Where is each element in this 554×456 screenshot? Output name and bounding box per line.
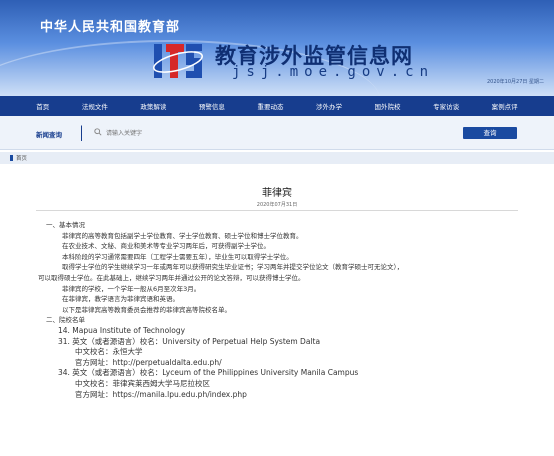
article-body: 一、基本情况 菲律宾的高等教育包括副学士学位教育、学士学位教育、硕士学位和博士学… xyxy=(38,220,520,400)
list-item: 31. 英文（或者源语言）校名：University of Perpetual … xyxy=(58,336,321,346)
paragraph: 在菲律宾，教学语言为菲律宾语和英语。 xyxy=(62,295,179,304)
paragraph: 取得学士学位的学生继续学习一年或两年可以获得研究生毕业证书；学习两年并提交学位论… xyxy=(62,263,404,272)
site-url: jsj.moe.gov.cn xyxy=(232,64,435,80)
title-divider xyxy=(36,210,518,211)
nav-item-home[interactable]: 首页 xyxy=(36,101,49,111)
nav-item-foreign-schools[interactable]: 涉外办学 xyxy=(316,101,342,111)
article-date: 2020年07月31日 xyxy=(256,202,298,208)
search-icon xyxy=(94,128,102,136)
list-item-detail: 中文校名：永恒大学 xyxy=(75,347,143,357)
site-logo[interactable] xyxy=(152,38,204,84)
paragraph: 可以取得硕士学位。在此基础上，继续学习两年并通过公开的论文答辩，可以获得博士学位… xyxy=(38,273,305,282)
nav-item-policy[interactable]: 政策解读 xyxy=(140,101,166,111)
university-list: 14. Mapua Institute of Technology 31. 英文… xyxy=(38,326,520,400)
paragraph: 菲律宾的学校，一个学年一般从6月至次年3月。 xyxy=(62,284,201,293)
list-item-detail[interactable]: 官方网址：http://perpetualdalta.edu.ph/ xyxy=(38,358,520,369)
nav-item-overseas-institutions[interactable]: 国外院校 xyxy=(375,101,401,111)
breadcrumb-marker xyxy=(10,155,13,161)
search-button[interactable]: 查询 xyxy=(463,127,517,139)
nav-item-warnings[interactable]: 预警信息 xyxy=(199,101,225,111)
paragraph: 以下是菲律宾高等教育委员会推荐的菲律宾高等院校名单。 xyxy=(62,305,231,314)
nav-item-news[interactable]: 重要动态 xyxy=(257,101,283,111)
list-item-detail: 中文校名：菲律宾莱西姆大学马尼拉校区 xyxy=(75,378,210,388)
paragraph: 菲律宾的高等教育包括副学士学位教育、学士学位教育、硕士学位和博士学位教育。 xyxy=(62,231,303,240)
list-item: 14. Mapua Institute of Technology xyxy=(58,325,186,335)
breadcrumb: 首页 xyxy=(0,152,554,164)
nav-item-interviews[interactable]: 专家访谈 xyxy=(433,101,459,111)
current-date: 2020年10月27日 星期二 xyxy=(486,79,544,85)
search-input[interactable] xyxy=(106,127,456,139)
site-header: 中华人民共和国教育部 教育涉外监管信息网 jsj.moe.gov.cn 2020… xyxy=(0,0,554,96)
search-divider xyxy=(76,125,82,141)
nav-item-cases[interactable]: 案例点评 xyxy=(492,101,518,111)
paragraph: 本科阶段的学习通常需要四年（工程学士需要五年），毕业生可以取得学士学位。 xyxy=(62,252,293,261)
section-heading: 二、院校名单 xyxy=(46,316,85,325)
section-heading: 一、基本情况 xyxy=(46,221,85,229)
list-item-detail[interactable]: 官方网址：https://manila.lpu.edu.ph/index.php xyxy=(38,390,520,401)
main-nav: 首页 法规文件 政策解读 预警信息 重要动态 涉外办学 国外院校 专家访谈 案例… xyxy=(0,96,554,116)
breadcrumb-home[interactable]: 首页 xyxy=(16,154,27,162)
search-label: 新闻查询 xyxy=(36,131,62,139)
nav-item-regulations[interactable]: 法规文件 xyxy=(82,101,108,111)
paragraph: 在农业技术、文秘、商业和美术等专业学习两年后，可获得副学士学位。 xyxy=(62,242,270,251)
ministry-name[interactable]: 中华人民共和国教育部 xyxy=(40,16,180,35)
list-item: 34. 英文（或者源语言）校名：Lyceum of the Philippine… xyxy=(58,368,359,378)
article-title: 菲律宾 xyxy=(262,188,292,199)
